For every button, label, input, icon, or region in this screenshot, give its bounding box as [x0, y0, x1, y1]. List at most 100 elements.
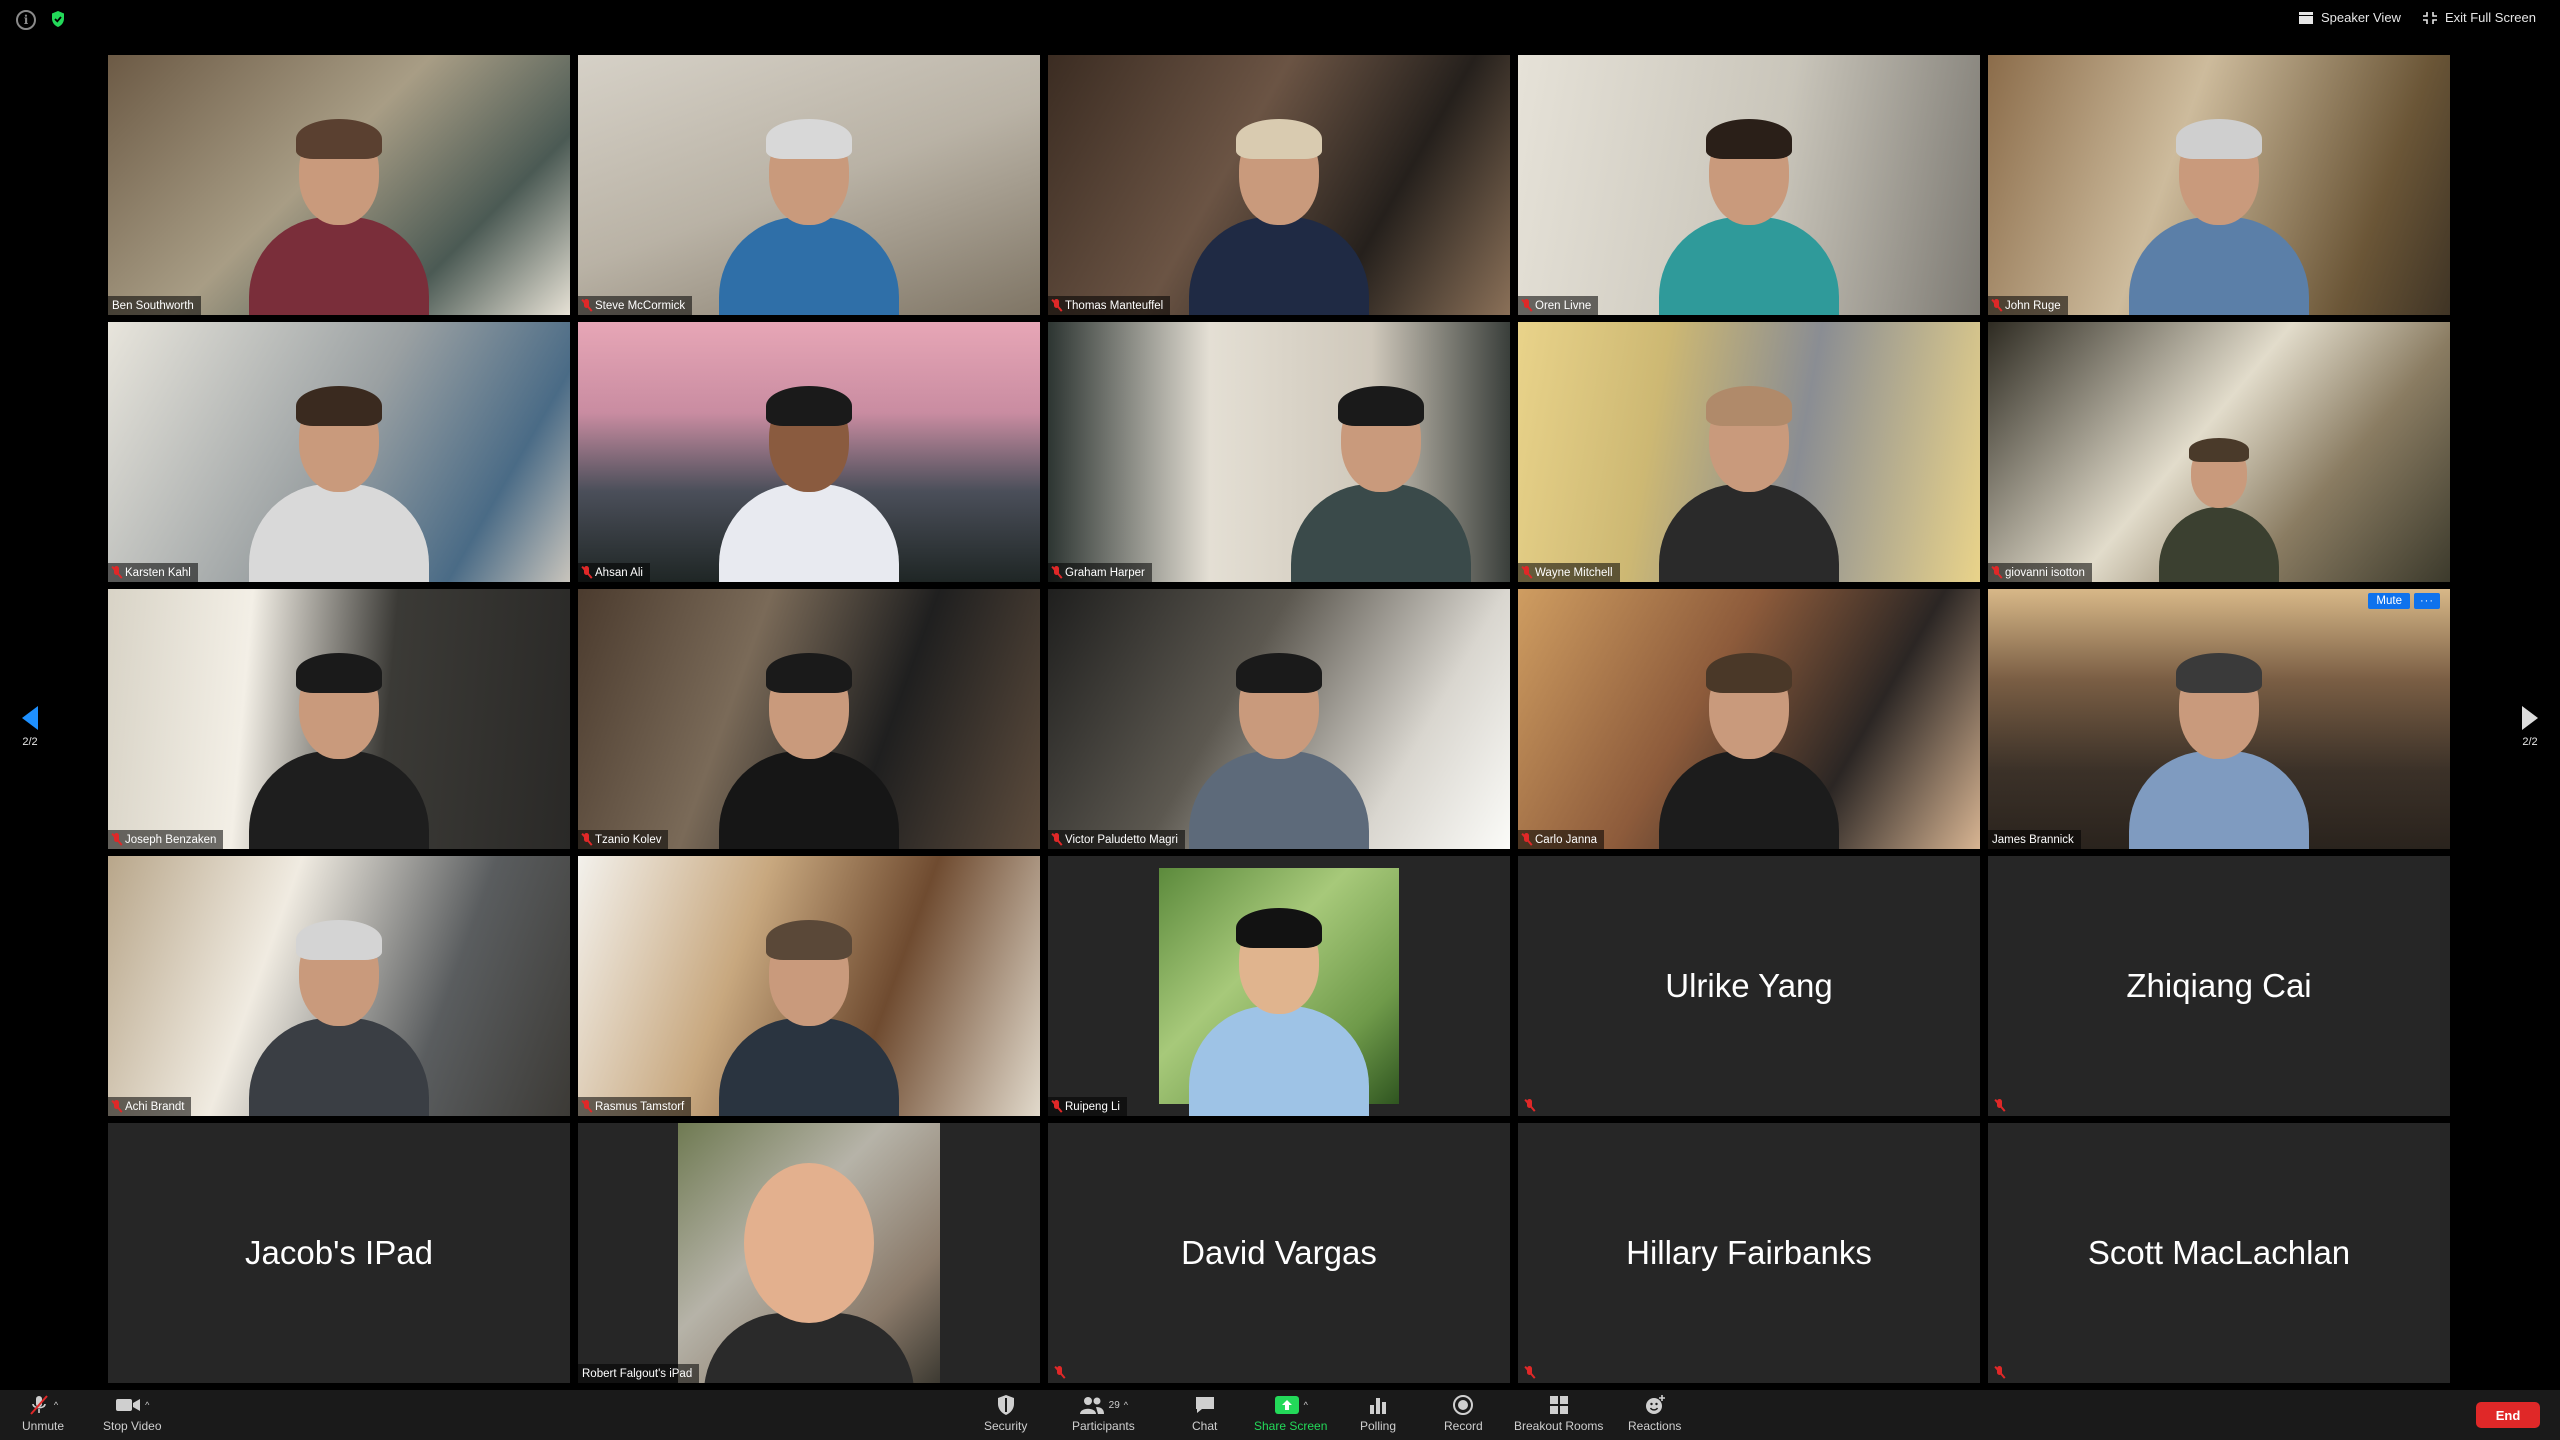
participant-tile[interactable]: Graham Harper: [1048, 322, 1510, 582]
mic-muted-icon: [1522, 299, 1531, 312]
participant-video: [578, 589, 1040, 849]
stop-video-button[interactable]: ^ Stop Video: [103, 1394, 162, 1433]
participant-tile[interactable]: Wayne Mitchell: [1518, 322, 1980, 582]
participant-name-tag: Wayne Mitchell: [1518, 563, 1620, 582]
share-screen-button[interactable]: ^ Share Screen: [1254, 1394, 1327, 1433]
mic-muted-icon: [1052, 833, 1061, 846]
participant-name: James Brannick: [1992, 833, 2074, 846]
participant-name-tag: Steve McCormick: [578, 296, 693, 315]
share-options-caret-icon[interactable]: ^: [1304, 1400, 1308, 1410]
participant-name: John Ruge: [2005, 299, 2061, 312]
mic-muted-icon: [582, 566, 591, 579]
participant-tile[interactable]: David Vargas: [1048, 1123, 1510, 1383]
previous-page-arrow-icon[interactable]: [22, 706, 38, 730]
participant-name: Joseph Benzaken: [125, 833, 217, 846]
participant-figure: [714, 105, 904, 315]
mic-muted-icon: [1522, 566, 1531, 579]
mic-muted-icon: [582, 299, 591, 312]
participant-tile[interactable]: Steve McCormick: [578, 55, 1040, 315]
unmute-options-caret-icon[interactable]: ^: [54, 1400, 58, 1410]
participant-figure: [2124, 639, 2314, 849]
participant-figure: [244, 906, 434, 1116]
participant-video: [1518, 589, 1980, 849]
participants-button[interactable]: 29 ^ Participants: [1072, 1394, 1135, 1433]
participant-video: [1988, 589, 2450, 849]
participant-name-tag: Robert Falgout's iPad: [578, 1364, 700, 1383]
participant-display-name: David Vargas: [1181, 1234, 1377, 1271]
security-button[interactable]: Security: [984, 1394, 1027, 1433]
participant-tile[interactable]: Achi Brandt: [108, 856, 570, 1116]
profile-photo: [1159, 868, 1399, 1116]
participant-tile[interactable]: Robert Falgout's iPad: [578, 1123, 1040, 1383]
participant-tile[interactable]: Ulrike Yang: [1518, 856, 1980, 1116]
participant-video: [578, 55, 1040, 315]
security-label: Security: [984, 1419, 1028, 1433]
participant-name: Oren Livne: [1535, 299, 1592, 312]
participant-tile[interactable]: Thomas Manteuffel: [1048, 55, 1510, 315]
video-options-caret-icon[interactable]: ^: [145, 1400, 149, 1410]
active-speaker-tile[interactable]: Mute ··· James Brannick: [1988, 589, 2450, 849]
record-button[interactable]: Record: [1444, 1394, 1483, 1433]
participant-name-tag: Ahsan Ali: [578, 563, 650, 582]
mic-muted-icon: [1992, 299, 2001, 312]
participant-video: [578, 856, 1040, 1116]
exit-full-screen-button[interactable]: Exit Full Screen: [2422, 10, 2536, 25]
participant-tile[interactable]: giovanni isotton: [1988, 322, 2450, 582]
participant-display-name: Ulrike Yang: [1665, 967, 1833, 1004]
polling-button[interactable]: Polling: [1360, 1394, 1396, 1433]
top-left-icons: i: [16, 10, 66, 30]
mic-muted-icon: [1055, 1366, 1064, 1379]
exit-full-screen-icon: [2422, 11, 2437, 24]
participant-name: Achi Brandt: [125, 1100, 185, 1113]
info-icon[interactable]: i: [16, 10, 36, 30]
participant-name-tag: giovanni isotton: [1988, 563, 2092, 582]
participant-tile[interactable]: Zhiqiang Cai: [1988, 856, 2450, 1116]
participant-figure: [1184, 639, 1374, 849]
participant-name: Rasmus Tamstorf: [595, 1100, 685, 1113]
participant-name-tag: James Brannick: [1988, 830, 2081, 849]
mute-participant-button[interactable]: Mute: [2368, 593, 2410, 609]
participant-name-tag: Victor Paludetto Magri: [1048, 830, 1185, 849]
page-indicator-left: 2/2: [22, 736, 38, 748]
participant-tile[interactable]: Carlo Janna: [1518, 589, 1980, 849]
participant-name: Carlo Janna: [1535, 833, 1598, 846]
participant-name: Graham Harper: [1065, 566, 1145, 579]
unmute-button[interactable]: ^ Unmute: [22, 1394, 64, 1433]
participant-name: Tzanio Kolev: [595, 833, 662, 846]
microphone-muted-icon: [30, 1395, 48, 1415]
participant-tile[interactable]: John Ruge: [1988, 55, 2450, 315]
participant-tile[interactable]: Scott MacLachlan: [1988, 1123, 2450, 1383]
mic-muted-icon: [1052, 1100, 1061, 1113]
polling-label: Polling: [1360, 1419, 1397, 1433]
security-shield-icon: [997, 1395, 1014, 1415]
breakout-rooms-button[interactable]: Breakout Rooms: [1514, 1394, 1603, 1433]
participant-tile[interactable]: Hillary Fairbanks: [1518, 1123, 1980, 1383]
participant-tile[interactable]: Victor Paludetto Magri: [1048, 589, 1510, 849]
participant-tile[interactable]: Ben Southworth: [108, 55, 570, 315]
chat-button[interactable]: Chat: [1192, 1394, 1217, 1433]
participant-tile[interactable]: Joseph Benzaken: [108, 589, 570, 849]
speaker-view-button[interactable]: Speaker View: [2298, 10, 2401, 25]
mic-muted-icon: [112, 833, 121, 846]
participant-tile[interactable]: Karsten Kahl: [108, 322, 570, 582]
participant-tile[interactable]: Ruipeng Li: [1048, 856, 1510, 1116]
next-page-arrow-icon[interactable]: [2522, 706, 2538, 730]
participant-figure: [244, 639, 434, 849]
profile-photo: [678, 1123, 940, 1383]
stop-video-label: Stop Video: [103, 1419, 162, 1433]
encryption-shield-icon[interactable]: [50, 10, 66, 30]
participants-count-badge: 29: [1108, 1399, 1120, 1411]
more-options-button[interactable]: ···: [2414, 593, 2440, 609]
participant-tile[interactable]: Jacob's IPad: [108, 1123, 570, 1383]
participants-options-caret-icon[interactable]: ^: [1124, 1400, 1128, 1410]
gallery-pager-right: 2/2: [2510, 706, 2550, 748]
participant-tile[interactable]: Ahsan Ali: [578, 322, 1040, 582]
participant-figure: [714, 906, 904, 1116]
participant-tile[interactable]: Rasmus Tamstorf: [578, 856, 1040, 1116]
participant-video: [578, 322, 1040, 582]
reactions-button[interactable]: Reactions: [1628, 1394, 1681, 1433]
end-meeting-button[interactable]: End: [2476, 1402, 2540, 1428]
participant-tile[interactable]: Oren Livne: [1518, 55, 1980, 315]
participant-name: Ahsan Ali: [595, 566, 643, 579]
participant-tile[interactable]: Tzanio Kolev: [578, 589, 1040, 849]
